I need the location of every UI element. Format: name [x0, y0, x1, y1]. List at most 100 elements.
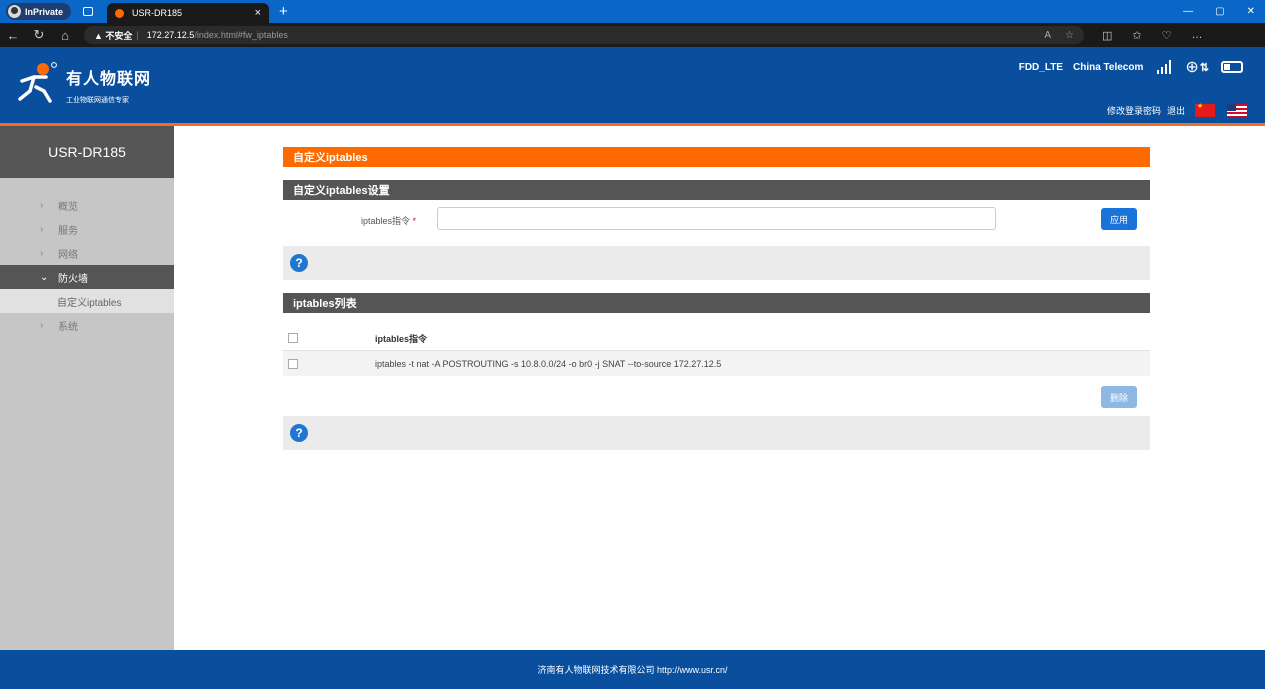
settings-help-box: ?	[283, 246, 1150, 280]
inprivate-badge[interactable]: InPrivate	[6, 3, 72, 20]
browser-toolbar: ◫ ✩ ♡ …	[1102, 29, 1203, 42]
tab-title: USR-DR185	[132, 8, 183, 18]
delete-row: 删除	[283, 376, 1150, 416]
iptables-table: iptables指令 iptables -t nat -A POSTROUTIN…	[283, 326, 1150, 376]
page-title: 自定义iptables	[283, 147, 1150, 167]
sidebar-menu: › 概览 › 服务 › 网络 ⌄ 防火墙 自定义iptables › 系统	[0, 193, 174, 337]
sidebar-item-firewall[interactable]: ⌄ 防火墙	[0, 265, 174, 289]
browser-tab[interactable]: USR-DR185 ×	[107, 3, 270, 23]
help-icon[interactable]: ?	[290, 424, 308, 442]
delete-button[interactable]: 删除	[1101, 386, 1137, 408]
command-label-text: iptables指令	[361, 216, 411, 226]
sidebar-item-label: 概览	[58, 201, 78, 213]
battery-icon	[1221, 61, 1243, 73]
favorites-icon[interactable]: ✩	[1132, 29, 1141, 42]
table-cell-command: iptables -t nat -A POSTROUTING -s 10.8.0…	[375, 358, 722, 369]
iptables-command-input[interactable]	[437, 207, 996, 230]
list-help-box: ?	[283, 416, 1150, 450]
sidebar-item-label: 系统	[58, 321, 78, 333]
network-type: FDD_LTE	[1018, 61, 1063, 73]
more-icon[interactable]: …	[1192, 29, 1203, 42]
sidebar-item-label: 防火墙	[58, 273, 88, 285]
required-mark: *	[412, 216, 417, 226]
apply-button[interactable]: 应用	[1101, 208, 1137, 230]
chevron-down-icon: ⌄	[40, 271, 49, 283]
split-screen-icon[interactable]: ◫	[1102, 29, 1112, 42]
sidebar-item-label: 自定义iptables	[57, 297, 122, 309]
row-checkbox[interactable]	[288, 358, 298, 369]
app-root: InPrivate USR-DR185 × + — ▢ ✕ ← ↻ ⌂ ▲ 不安…	[0, 0, 1265, 689]
tab-actions-icon[interactable]	[83, 7, 94, 16]
settings-section-title: 自定义iptables设置	[283, 180, 1150, 200]
brand-name: 有人物联网	[66, 71, 152, 88]
chevron-right-icon: ›	[40, 319, 44, 331]
sidebar: USR-DR185 › 概览 › 服务 › 网络 ⌄ 防火墙 自定义iptabl…	[0, 126, 174, 650]
profile-avatar-icon	[8, 5, 21, 18]
url-host: 172.27.12.5	[146, 30, 195, 40]
brand-slogan: 工业物联网通信专家	[66, 97, 129, 104]
chevron-right-icon: ›	[40, 223, 44, 235]
select-all-checkbox[interactable]	[288, 333, 298, 343]
sidebar-item-label: 服务	[58, 225, 78, 237]
url-actions: A ☆	[1044, 30, 1074, 41]
minimize-icon[interactable]: —	[1183, 6, 1193, 17]
brand-logo[interactable]: 有人物联网 工业物联网通信专家	[16, 59, 151, 105]
sidebar-item-network[interactable]: › 网络	[0, 241, 174, 265]
logo-figure-icon	[18, 62, 57, 103]
tab-favicon-icon	[115, 8, 125, 18]
chevron-right-icon: ›	[40, 199, 44, 211]
globe-icon: ⊕	[1185, 59, 1199, 76]
carrier-name: China Telecom	[1072, 61, 1144, 73]
header-links: 修改登录密码 退出	[1107, 102, 1247, 117]
list-section-title: iptables列表	[283, 293, 1150, 313]
brand-text: 有人物联网 工业物联网通信专家	[66, 65, 151, 105]
favorite-star-icon[interactable]: ☆	[1065, 30, 1074, 41]
extensions-icon[interactable]: ♡	[1162, 29, 1172, 42]
sidebar-item-overview[interactable]: › 概览	[0, 193, 174, 217]
inprivate-label: InPrivate	[25, 6, 64, 17]
table-row: iptables -t nat -A POSTROUTING -s 10.8.0…	[283, 351, 1150, 376]
security-warning[interactable]: ▲ 不安全	[94, 29, 132, 42]
signal-bar	[1165, 64, 1168, 74]
main-content: 自定义iptables 自定义iptables设置 iptables指令 * 应…	[283, 147, 1150, 450]
footer: 济南有人物联网技术有限公司 http://www.usr.cn/	[0, 650, 1265, 689]
chinese-flag-icon[interactable]	[1195, 102, 1215, 117]
chevron-right-icon: ›	[40, 247, 44, 259]
change-password-link[interactable]: 修改登录密码	[1107, 104, 1161, 117]
app-header: 有人物联网 工业物联网通信专家 FDD_LTE China Telecom ⊕ …	[0, 47, 1265, 126]
signal-bar	[1169, 60, 1172, 74]
sidebar-item-system[interactable]: › 系统	[0, 313, 174, 337]
maximize-icon[interactable]: ▢	[1215, 6, 1224, 17]
signal-bar	[1157, 70, 1160, 74]
close-window-icon[interactable]: ✕	[1247, 6, 1255, 17]
url-field[interactable]: ▲ 不安全 | 172.27.12.5 /index.html#fw_iptab…	[84, 26, 1084, 44]
table-header-row: iptables指令	[283, 326, 1150, 351]
us-flag-icon[interactable]	[1227, 104, 1247, 117]
footer-text: 济南有人物联网技术有限公司 http://www.usr.cn/	[537, 665, 728, 675]
sidebar-item-label: 网络	[58, 249, 78, 261]
signal-bar	[1161, 67, 1164, 74]
signal-strength-icon	[1157, 60, 1172, 74]
refresh-icon[interactable]: ↻	[26, 27, 52, 43]
tab-close-icon[interactable]: ×	[255, 7, 261, 19]
back-icon[interactable]: ←	[0, 28, 26, 43]
sidebar-subitem-custom-iptables[interactable]: 自定义iptables	[0, 289, 174, 313]
device-name: USR-DR185	[0, 126, 174, 178]
read-aloud-icon[interactable]: A	[1044, 30, 1051, 41]
help-icon[interactable]: ?	[290, 254, 308, 272]
network-status: FDD_LTE China Telecom ⊕ ⇅	[1019, 57, 1243, 77]
logout-link[interactable]: 退出	[1167, 104, 1185, 117]
browser-tab-bar: InPrivate USR-DR185 × + — ▢ ✕	[0, 0, 1265, 23]
command-label: iptables指令 *	[361, 214, 416, 227]
sidebar-item-services[interactable]: › 服务	[0, 217, 174, 241]
command-form-row: iptables指令 * 应用	[283, 200, 1150, 246]
window-controls: — ▢ ✕	[1183, 0, 1265, 23]
data-transfer-icon: ⇅	[1199, 61, 1209, 74]
home-icon[interactable]: ⌂	[52, 28, 78, 43]
new-tab-icon[interactable]: +	[279, 3, 288, 20]
browser-address-bar: ← ↻ ⌂ ▲ 不安全 | 172.27.12.5 /index.html#fw…	[0, 23, 1265, 47]
table-header-command: iptables指令	[375, 333, 428, 344]
url-separator: |	[136, 30, 139, 40]
